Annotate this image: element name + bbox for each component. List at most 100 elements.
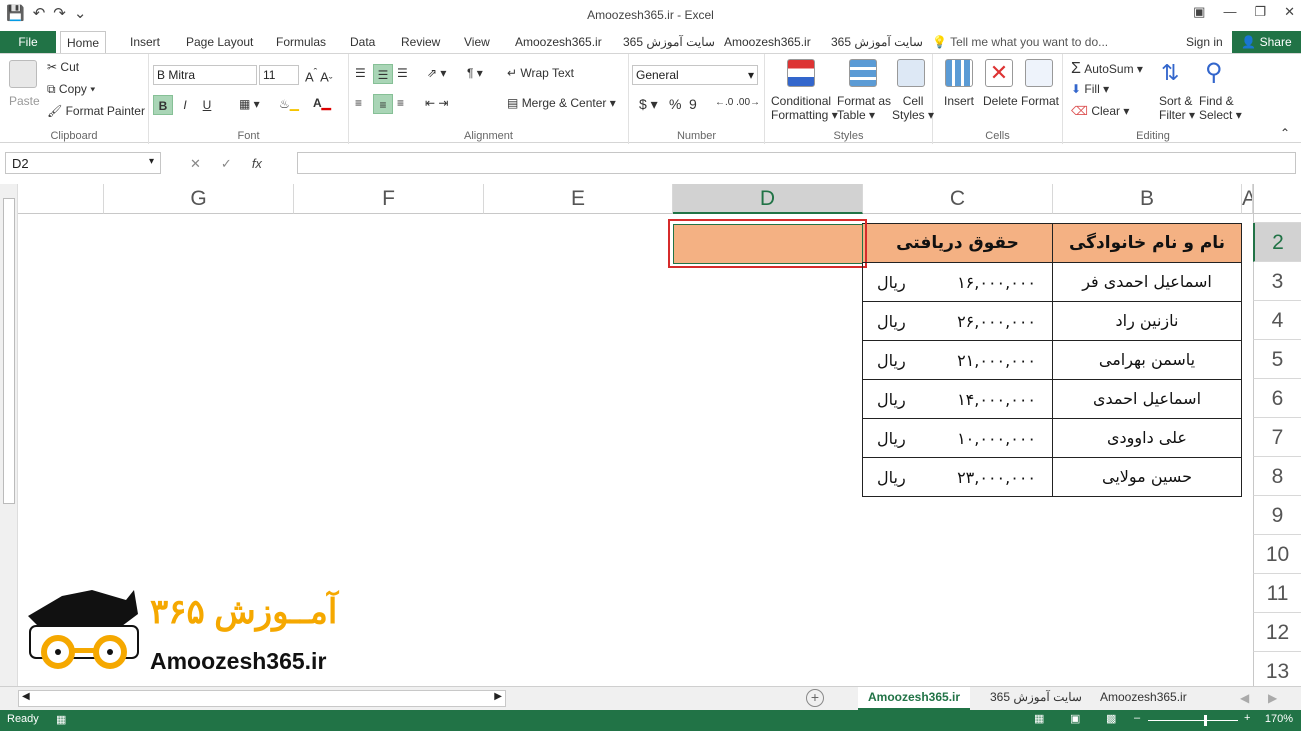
page-break-view-icon[interactable]: ▩ — [1106, 712, 1116, 725]
cell-styles-icon[interactable] — [897, 59, 925, 87]
search-icon[interactable]: ⚲ — [1205, 58, 1223, 87]
name-cell[interactable]: علی داوودی — [1052, 418, 1242, 458]
row-header-6[interactable]: 6 — [1253, 379, 1301, 418]
tab-amoozesh-2[interactable]: Amoozesh365.ir — [718, 31, 817, 53]
macro-record-icon[interactable]: ▦ — [56, 713, 66, 726]
find-select-button[interactable]: Find & Select ▾ — [1199, 94, 1242, 122]
sheet-nav-right-icon[interactable]: ▶ — [1268, 691, 1277, 705]
sheet-tab-amoozesh[interactable]: Amoozesh365.ir — [1090, 687, 1197, 710]
salary-cell[interactable]: ۱۶,۰۰۰,۰۰۰ ریال — [862, 262, 1053, 302]
font-name-select[interactable]: B Mitra — [153, 65, 257, 85]
salary-cell[interactable]: ۲۳,۰۰۰,۰۰۰ ریال — [862, 457, 1053, 497]
fill-button[interactable]: ⬇ Fill ▾ — [1071, 82, 1109, 96]
vertical-scrollbar[interactable] — [0, 184, 18, 686]
autosum-button[interactable]: Σ AutoSum ▾ — [1071, 60, 1143, 78]
rtl-icon[interactable]: ¶ ▾ — [467, 66, 483, 80]
cancel-icon[interactable]: ✕ — [190, 156, 201, 172]
selected-cell-d2[interactable] — [668, 219, 867, 268]
enter-icon[interactable]: ✓ — [221, 156, 232, 172]
sheet-tab-site[interactable]: سایت آموزش 365 — [980, 687, 1092, 710]
add-sheet-button[interactable]: + — [806, 689, 824, 707]
row-header-7[interactable]: 7 — [1253, 418, 1301, 457]
tell-me-box[interactable]: 💡 Tell me what you want to do... — [932, 31, 1108, 53]
row-header-4[interactable]: 4 — [1253, 301, 1301, 340]
format-table-icon[interactable] — [849, 59, 877, 87]
zoom-slider[interactable] — [1148, 715, 1238, 726]
sort-filter-button[interactable]: Sort & Filter ▾ — [1159, 94, 1195, 122]
collapse-ribbon-icon[interactable]: ⌃ — [1280, 126, 1290, 140]
fx-icon[interactable]: fx — [252, 156, 262, 172]
format-painter-button[interactable]: 🖌 Format Painter — [47, 104, 145, 118]
bottom-align-icon[interactable]: ☰ — [397, 66, 408, 80]
column-header-e[interactable]: E — [484, 184, 673, 214]
column-header-c[interactable]: C — [863, 184, 1053, 214]
normal-view-icon[interactable]: ▦ — [1034, 712, 1044, 725]
conditional-formatting-icon[interactable] — [787, 59, 815, 87]
wrap-text-button[interactable]: ↵ Wrap Text — [507, 66, 574, 80]
align-right-icon[interactable]: ≡ — [397, 96, 404, 110]
delete-button[interactable]: Delete — [983, 94, 1018, 108]
insert-button[interactable]: Insert — [944, 94, 974, 108]
salary-cell[interactable]: ۱۴,۰۰۰,۰۰۰ ریال — [862, 379, 1053, 419]
decimal-icon[interactable]: ←.0 .00→ — [715, 97, 760, 108]
tab-file[interactable]: File — [0, 31, 56, 53]
bold-button[interactable]: B — [153, 95, 173, 115]
conditional-formatting-button[interactable]: Conditional Formatting ▾ — [771, 94, 838, 122]
tab-page-layout[interactable]: Page Layout — [180, 31, 259, 53]
restore-icon[interactable]: ❐ — [1254, 4, 1266, 20]
header-name-cell[interactable]: نام و نام خانوادگی — [1052, 223, 1242, 263]
name-cell[interactable]: نازنین راد — [1052, 301, 1242, 341]
percent-button[interactable]: % — [669, 96, 681, 112]
align-left-icon[interactable]: ≡ — [355, 96, 362, 110]
font-size-select[interactable]: 11 — [259, 65, 299, 85]
merge-center-button[interactable]: ▤ Merge & Center ▾ — [507, 96, 616, 110]
salary-cell[interactable]: ۱۰,۰۰۰,۰۰۰ ریال — [862, 418, 1053, 458]
page-layout-view-icon[interactable]: ▣ — [1070, 712, 1080, 725]
cell-styles-button[interactable]: Cell Styles ▾ — [892, 94, 934, 122]
ribbon-display-icon[interactable]: ▣ — [1193, 4, 1205, 20]
italic-button[interactable]: I — [175, 95, 195, 115]
name-cell[interactable]: اسماعیل احمدی — [1052, 379, 1242, 419]
comma-button[interactable]: 9 — [689, 96, 697, 112]
name-cell[interactable]: اسماعیل احمدی فر — [1052, 262, 1242, 302]
column-header-b[interactable]: B — [1053, 184, 1242, 214]
tab-amoozesh-1[interactable]: Amoozesh365.ir — [509, 31, 608, 53]
format-table-button[interactable]: Format as Table ▾ — [837, 94, 891, 122]
sheet-nav-left-icon[interactable]: ◀ — [1240, 691, 1249, 705]
number-format-select[interactable]: General ▾ — [632, 65, 758, 85]
select-all-corner[interactable] — [1253, 184, 1301, 214]
paste-button[interactable]: Paste — [9, 94, 40, 108]
row-header-2[interactable]: 2 — [1253, 223, 1301, 262]
name-cell[interactable]: حسین مولایی — [1052, 457, 1242, 497]
salary-cell[interactable]: ۲۱,۰۰۰,۰۰۰ ریال — [862, 340, 1053, 380]
row-header-12[interactable]: 12 — [1253, 613, 1301, 652]
zoom-in-icon[interactable]: + — [1244, 712, 1250, 724]
minimize-icon[interactable]: — — [1223, 4, 1236, 20]
vertical-scroll-thumb[interactable] — [3, 198, 15, 504]
cut-button[interactable]: ✂ Cut — [47, 60, 79, 74]
column-header-a[interactable]: A — [1242, 184, 1253, 214]
format-cells-icon[interactable] — [1025, 59, 1053, 87]
underline-button[interactable]: U — [197, 95, 217, 115]
scroll-right-icon[interactable]: ▶ — [494, 691, 502, 702]
copy-button[interactable]: ⧉ Copy ▾ — [47, 82, 95, 97]
name-box[interactable]: D2 ▾ — [5, 152, 161, 174]
row-header-10[interactable]: 10 — [1253, 535, 1301, 574]
clear-button[interactable]: ⌫ Clear ▾ — [1071, 104, 1129, 118]
row-header-8[interactable]: 8 — [1253, 457, 1301, 496]
zoom-level[interactable]: 170% — [1265, 713, 1293, 725]
column-header-d[interactable]: D — [673, 184, 863, 214]
sign-in-link[interactable]: Sign in — [1186, 31, 1223, 53]
insert-cells-icon[interactable] — [945, 59, 973, 87]
horizontal-scrollbar[interactable]: ◀ ▶ — [18, 690, 506, 707]
header-salary-cell[interactable]: حقوق دریافتی — [862, 223, 1053, 263]
scroll-left-icon[interactable]: ◀ — [22, 691, 30, 702]
column-header-f[interactable]: F — [294, 184, 484, 214]
delete-cells-icon[interactable]: ✕ — [985, 59, 1013, 87]
tab-data[interactable]: Data — [344, 31, 381, 53]
close-icon[interactable]: ✕ — [1284, 4, 1295, 20]
tab-home[interactable]: Home — [60, 31, 107, 54]
middle-align-icon[interactable]: ☰ — [373, 64, 393, 84]
tab-site-2[interactable]: سایت آموزش 365 — [825, 31, 929, 53]
tab-formulas[interactable]: Formulas — [270, 31, 332, 53]
